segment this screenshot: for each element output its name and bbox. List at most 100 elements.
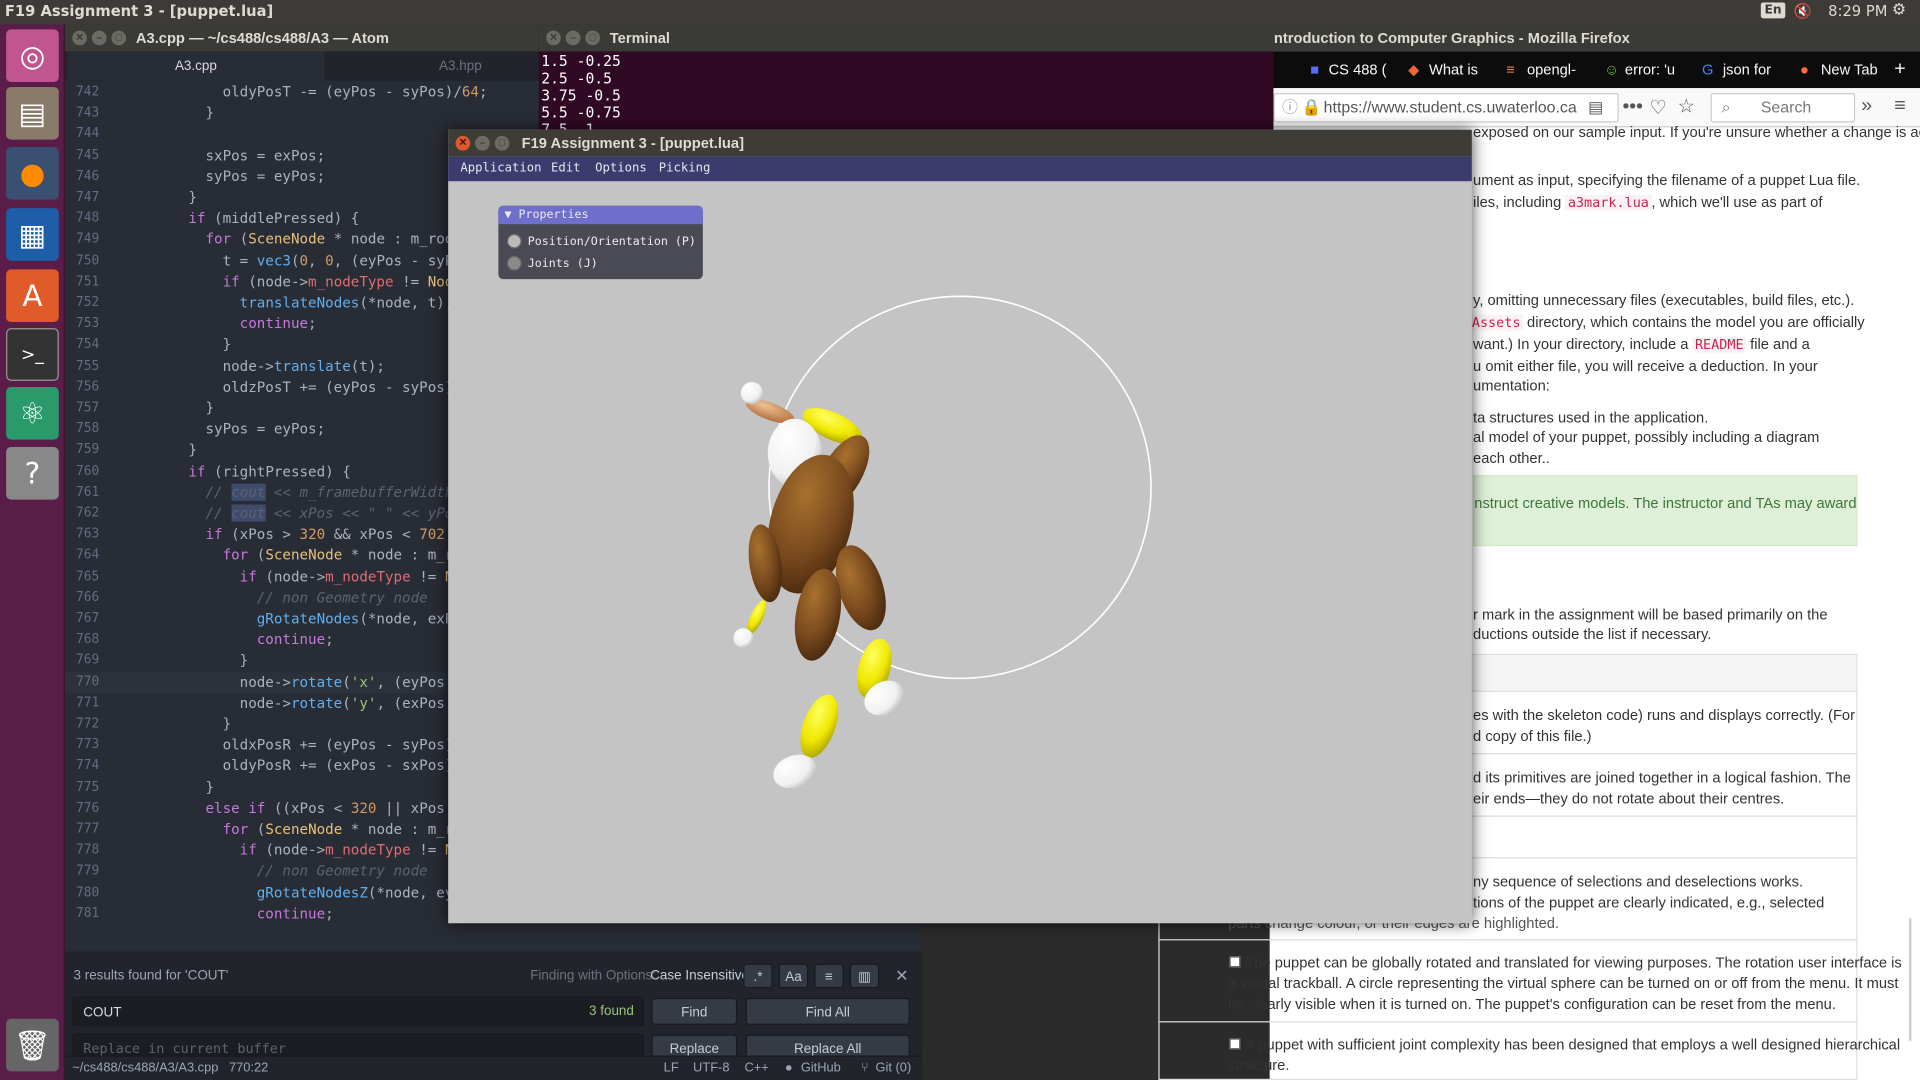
search-placeholder: Search: [1760, 97, 1812, 117]
atom-title: A3.cpp — ~/cs488/cs488/A3 — Atom: [135, 29, 389, 47]
line-number: 772: [75, 716, 100, 732]
code-text: if (node->m_nodeType != Node: [239, 567, 479, 585]
gear-icon[interactable]: ⚙: [1892, 1, 1906, 19]
tab-new-tab[interactable]: ● New Tab: [1796, 51, 1888, 88]
url-bar[interactable]: ⓘ 🔒 https://www.student.cs.uwaterloo.ca …: [1273, 93, 1619, 123]
status-git[interactable]: Git (0): [876, 1057, 912, 1080]
find-input[interactable]: COUT: [72, 996, 645, 1027]
page-scrollbar[interactable]: [1908, 918, 1912, 1041]
puppet-left-hand: [733, 628, 754, 648]
close-find-icon[interactable]: ✕: [895, 966, 908, 986]
atom-icon[interactable]: ⚛: [6, 386, 59, 440]
puppet-viewport[interactable]: [448, 181, 1472, 923]
trash-icon[interactable]: 🗑: [6, 1018, 59, 1072]
minimize-icon[interactable]: –: [91, 30, 107, 46]
launcher: ◎ ▤ ● ▦ A >_ ⚛ ? 🗑: [0, 24, 65, 1080]
status-cursor-position[interactable]: 770:22: [229, 1057, 268, 1080]
line-number: 743: [75, 105, 100, 121]
regex-toggle-button[interactable]: .*: [743, 963, 773, 989]
line-number: 780: [75, 884, 100, 900]
firefox-icon[interactable]: ●: [6, 146, 59, 200]
hamburger-menu-icon[interactable]: ≡: [1894, 96, 1905, 118]
line-number: 755: [75, 358, 100, 373]
status-grammar[interactable]: C++: [744, 1057, 768, 1080]
checkbox[interactable]: [1229, 1038, 1241, 1050]
code-text: node->rotate('y', (exPos -: [120, 694, 462, 712]
line-number: 775: [75, 779, 100, 795]
code-text: else if ((xPos < 320 || xPos > 7: [205, 799, 479, 817]
menu-application[interactable]: Application: [460, 157, 541, 181]
menu-edit[interactable]: Edit: [551, 157, 581, 181]
status-file-path[interactable]: ~/cs488/cs488/A3/A3.cpp: [72, 1057, 218, 1080]
lock-icon: 🔒: [1301, 97, 1322, 117]
reader-view-icon[interactable]: ▤: [1588, 94, 1603, 121]
whole-word-toggle-button[interactable]: ▥: [849, 963, 880, 989]
maximize-icon[interactable]: □: [494, 135, 510, 151]
info-icon[interactable]: ⓘ: [1282, 94, 1298, 121]
status-encoding[interactable]: UTF-8: [693, 1057, 729, 1080]
terminal-line: 2.5 -0.5: [541, 69, 612, 87]
pocket-icon[interactable]: ♡: [1649, 96, 1667, 120]
tab-opengl[interactable]: ≡ opengl-: [1502, 51, 1594, 88]
para-3: iles, including a3mark.lua, which we'll …: [1473, 193, 1823, 211]
find-all-button[interactable]: Find All: [745, 997, 910, 1025]
line-number: 764: [75, 547, 100, 563]
checkbox[interactable]: [1229, 956, 1241, 968]
code-text: // cout << xPos << " " << yPos <: [205, 504, 480, 522]
github-icon[interactable]: ●: [785, 1057, 793, 1080]
terminal-output[interactable]: 1.5 -0.25 2.5 -0.5 3.75 -0.5 5.5 -0.75 7…: [541, 53, 621, 139]
line-number: 762: [75, 505, 100, 521]
volume-muted-icon[interactable]: 🔇: [1794, 2, 1812, 19]
menu-picking[interactable]: Picking: [659, 157, 711, 181]
new-tab-button[interactable]: +: [1894, 51, 1918, 88]
code-text: for (SceneNode * node : m_root: [222, 820, 480, 838]
software-icon[interactable]: A: [6, 269, 59, 323]
help-icon[interactable]: ?: [6, 446, 59, 500]
line-number: 749: [75, 231, 100, 247]
tab-json[interactable]: Gjson for: [1698, 51, 1790, 88]
code-text: // cout << m_framebufferWidth <<: [205, 483, 480, 501]
close-icon[interactable]: ✕: [455, 135, 471, 151]
line-number: 742: [75, 84, 100, 100]
files-icon[interactable]: ▤: [6, 86, 59, 140]
page-actions-icon[interactable]: •••: [1622, 97, 1643, 119]
minimize-icon[interactable]: –: [475, 135, 490, 151]
maximize-icon[interactable]: □: [111, 30, 127, 46]
clock[interactable]: 8:29 PM: [1828, 2, 1887, 19]
tab-what-is[interactable]: ◆ What is: [1404, 51, 1496, 88]
ubuntu-logo-icon[interactable]: ◎: [6, 29, 59, 83]
tab-cs488[interactable]: ■ CS 488 (: [1307, 51, 1399, 88]
status-line-ending[interactable]: LF: [664, 1057, 679, 1080]
code-text: node->translate(t);: [120, 357, 385, 375]
terminal-icon[interactable]: >_: [6, 328, 59, 381]
puppet-titlebar: ✕ – □ F19 Assignment 3 - [puppet.lua]: [448, 129, 1472, 157]
close-icon[interactable]: ✕: [72, 30, 87, 46]
bookmark-star-icon[interactable]: ☆: [1678, 94, 1696, 118]
line-number: 766: [75, 589, 100, 605]
tab-error[interactable]: ☺ error: 'u: [1600, 51, 1692, 88]
menu-options[interactable]: Options: [595, 157, 647, 181]
tab-a3-cpp[interactable]: A3.cpp: [67, 51, 325, 81]
overflow-menu-icon[interactable]: »: [1861, 96, 1872, 118]
keyboard-layout-indicator[interactable]: En: [1760, 2, 1786, 19]
line-number: 758: [75, 421, 100, 437]
writer-icon[interactable]: ▦: [6, 208, 59, 261]
line-number: 778: [75, 842, 100, 858]
maximize-icon[interactable]: □: [585, 30, 601, 46]
puppet-window: ✕ – □ F19 Assignment 3 - [puppet.lua] Ap…: [448, 129, 1472, 924]
git-branch-icon[interactable]: ⑂: [861, 1057, 869, 1080]
code-text: for (SceneNode * node : m_rootNode: [205, 230, 497, 248]
status-github[interactable]: GitHub: [801, 1057, 841, 1080]
search-box[interactable]: ⌕ Search: [1710, 93, 1856, 123]
para-2: ument as input, specifying the filename …: [1473, 171, 1861, 189]
code-text: syPos = eyPos;: [120, 167, 326, 185]
terminal-line: 1.5 -0.25: [541, 52, 621, 70]
code-text: if (middlePressed) {: [188, 209, 360, 227]
case-toggle-button[interactable]: Aa: [778, 963, 809, 989]
selection-toggle-button[interactable]: ≡: [814, 963, 844, 989]
line-number: 768: [75, 632, 100, 647]
minimize-icon[interactable]: –: [565, 30, 581, 46]
find-button[interactable]: Find: [651, 997, 738, 1025]
line-number: 747: [75, 189, 100, 205]
close-icon[interactable]: ✕: [546, 30, 561, 46]
